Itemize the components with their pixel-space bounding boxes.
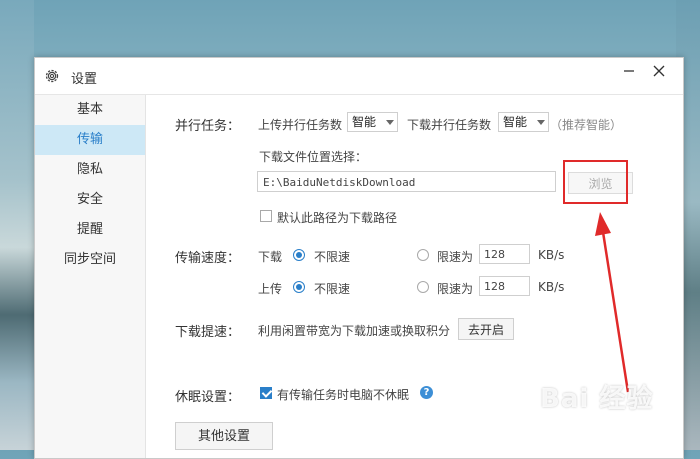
watermark-logo-text: Bai 经验 (540, 384, 654, 414)
baidu-watermark: Bai 经验 jingyan.baidu.com (540, 378, 653, 424)
